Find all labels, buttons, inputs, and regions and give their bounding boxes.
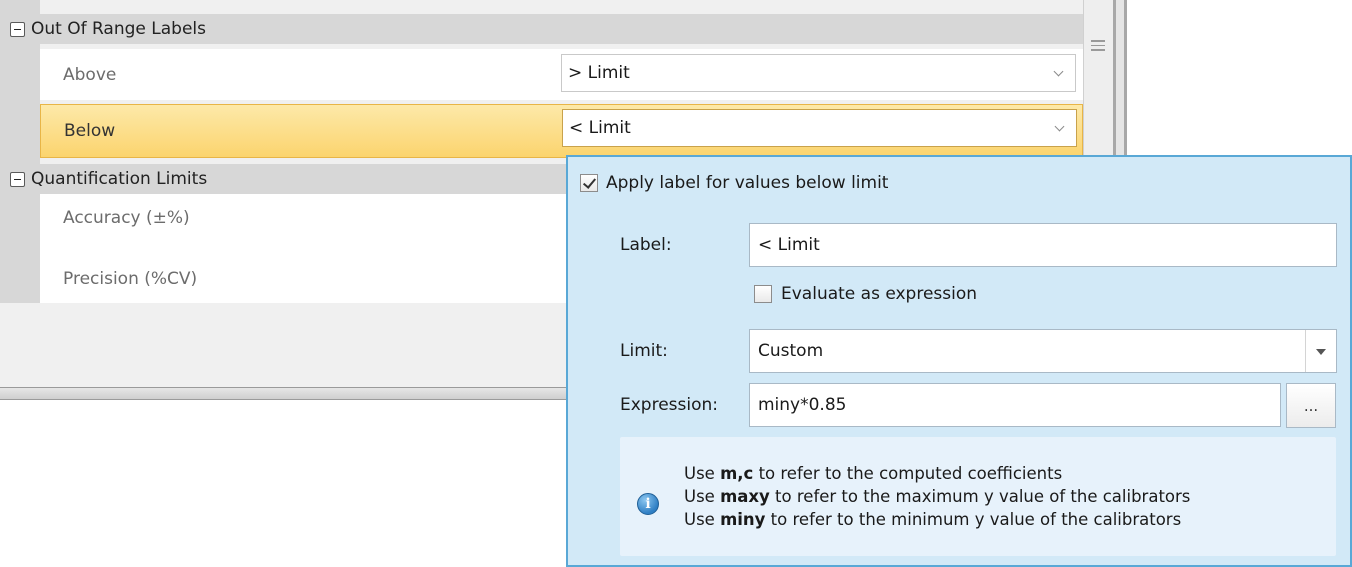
collapse-toggle-icon[interactable] (10, 21, 25, 37)
apply-label-checkbox[interactable] (580, 174, 598, 192)
help-line-coefficients: Use m,c to refer to the computed coeffic… (684, 464, 1063, 483)
property-row-below[interactable]: Below < Limit (40, 104, 1083, 158)
chevron-down-icon[interactable] (1054, 121, 1065, 132)
expression-field-label: Expression: (620, 395, 719, 415)
label-input[interactable]: < Limit (749, 223, 1337, 267)
expression-input[interactable]: miny*0.85 (749, 383, 1281, 427)
limit-dropdown-value: Custom (758, 341, 824, 361)
category-label: Quantification Limits (31, 169, 208, 189)
evaluate-expression-text: Evaluate as expression (781, 284, 978, 304)
apply-label-option[interactable]: Apply label for values below limit (580, 173, 888, 193)
below-value-dropdown[interactable]: < Limit (562, 109, 1077, 147)
limit-dropdown[interactable]: Custom (749, 329, 1337, 373)
expression-input-value: miny*0.85 (758, 395, 847, 415)
dropdown-arrow-icon[interactable] (1316, 349, 1326, 355)
vertical-splitter[interactable] (1113, 0, 1127, 160)
evaluate-expression-option[interactable]: Evaluate as expression (754, 284, 977, 304)
grip-icon[interactable] (1091, 40, 1105, 54)
dropdown-value: > Limit (568, 63, 630, 83)
property-name: Above (63, 64, 117, 85)
category-label: Out Of Range Labels (31, 19, 206, 39)
limit-field-label: Limit: (620, 341, 668, 361)
below-label-popup: Apply label for values below limit Label… (566, 155, 1352, 567)
evaluate-expression-checkbox[interactable] (754, 285, 772, 303)
above-value-dropdown[interactable]: > Limit (561, 54, 1076, 92)
info-icon: i (637, 493, 659, 515)
grid-margin-strip (0, 0, 40, 303)
help-text: Use m,c to refer to the computed coeffic… (684, 462, 1190, 531)
dropdown-separator (1305, 330, 1306, 372)
property-row-above[interactable]: Above > Limit (40, 49, 1083, 100)
browse-button-label: ... (1303, 396, 1319, 415)
property-name: Below (64, 121, 116, 141)
label-field-label: Label: (620, 235, 672, 255)
label-input-value: < Limit (758, 235, 820, 255)
property-name: Precision (%CV) (63, 269, 198, 289)
property-name: Accuracy (±%) (63, 208, 190, 228)
help-line-maxy: Use maxy to refer to the maximum y value… (684, 487, 1191, 506)
apply-label-text: Apply label for values below limit (606, 173, 889, 193)
help-line-miny: Use miny to refer to the minimum y value… (684, 510, 1182, 529)
category-out-of-range-labels[interactable]: Out Of Range Labels (0, 14, 1083, 44)
collapse-toggle-icon[interactable] (10, 171, 25, 187)
chevron-down-icon[interactable] (1053, 66, 1064, 77)
grid-scrollbar[interactable] (1083, 0, 1113, 160)
expression-browse-button[interactable]: ... (1286, 383, 1336, 428)
expression-help-box: i Use m,c to refer to the computed coeff… (620, 437, 1336, 556)
dropdown-value: < Limit (569, 118, 631, 138)
